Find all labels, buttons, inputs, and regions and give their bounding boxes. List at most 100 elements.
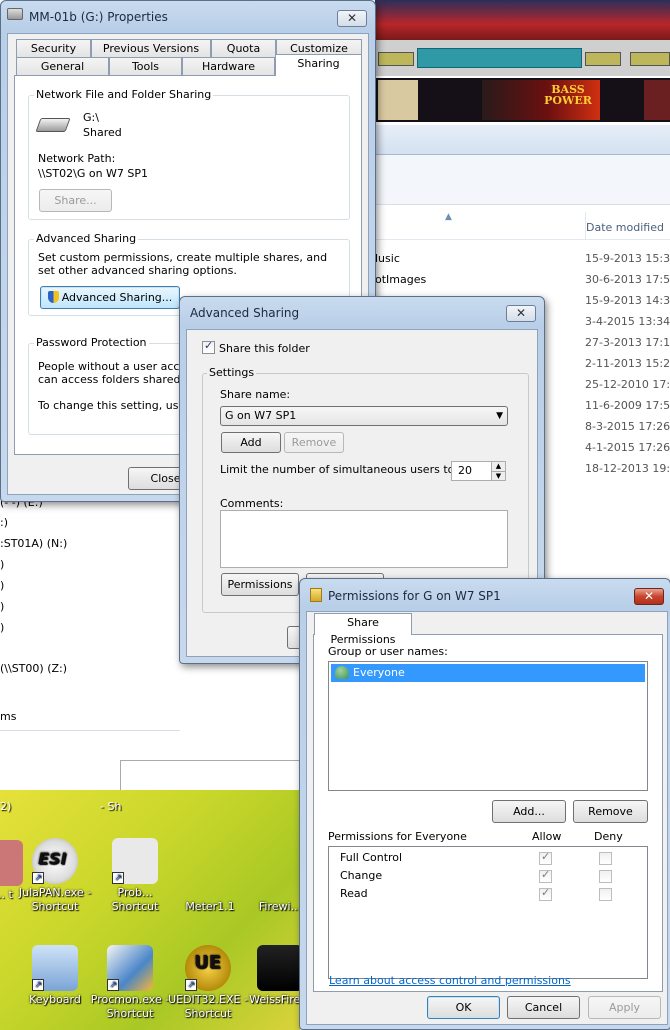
timeline-right-markers xyxy=(585,52,621,66)
deny-header: Deny xyxy=(594,830,623,843)
tab-previous-versions[interactable]: Previous Versions xyxy=(91,39,211,58)
file-date: 8-3-2015 17:26 xyxy=(585,420,670,433)
close-icon[interactable]: ✕ xyxy=(634,588,664,605)
media-banner xyxy=(375,0,670,40)
desktop-icon-label: Procmon.exe - Shortcut xyxy=(90,993,170,1020)
drive-item[interactable]: ms xyxy=(0,710,16,723)
window-title: Permissions for G on W7 SP1 xyxy=(328,589,501,603)
drive-list: (- -) (E:) :) :ST01A) (N:) ) ) ) ) (\\ST… xyxy=(0,496,180,760)
remove-permission-button[interactable]: Remove xyxy=(573,800,648,823)
remove-share-button[interactable]: Remove xyxy=(284,432,344,453)
desktop-icon-prob[interactable]: ↗ Prob... Shortcut xyxy=(95,838,175,914)
share-name-label: Share name: xyxy=(220,388,291,401)
shortcut-arrow-icon: ↗ xyxy=(185,979,197,991)
apply-button[interactable]: Apply xyxy=(588,996,661,1019)
tab-share-permissions[interactable]: Share Permissions xyxy=(314,613,412,646)
drive-icon xyxy=(7,8,23,20)
file-date: 11-6-2009 17:59 xyxy=(585,399,670,412)
explorer-address-bar xyxy=(375,125,670,155)
thumbnail-2[interactable]: BASS POWER xyxy=(482,80,600,120)
tab-sharing[interactable]: Sharing xyxy=(275,54,362,76)
password-desc-3: To change this setting, use th xyxy=(38,399,201,412)
tab-tools[interactable]: Tools xyxy=(109,57,182,76)
desktop-icon-julapan[interactable]: ESI ↗ JulaPAN.exe - Shortcut xyxy=(15,838,95,914)
date-modified-header[interactable]: Date modified xyxy=(586,221,664,234)
desktop-icon-uedit[interactable]: UE ↗ UEDIT32.EXE - Shortcut xyxy=(168,945,248,1021)
share-permissions-page: Group or user names: Everyone Add... Rem… xyxy=(313,634,663,992)
procmon-icon: ↗ xyxy=(107,945,153,991)
share-folder-checkbox[interactable] xyxy=(202,339,215,354)
close-icon[interactable]: ✕ xyxy=(337,10,367,27)
deny-read-checkbox[interactable] xyxy=(599,888,612,901)
tab-quota[interactable]: Quota xyxy=(211,39,276,58)
file-date: 2-11-2013 15:25 xyxy=(585,357,670,370)
advanced-sharing-button[interactable]: Advanced Sharing... xyxy=(40,286,180,309)
spin-down-icon[interactable]: ▼ xyxy=(491,471,505,480)
file-date: 27-3-2013 17:18 xyxy=(585,336,670,349)
share-name-select[interactable]: G on W7 SP1 ▼ xyxy=(220,406,508,426)
drive-item[interactable]: ) xyxy=(0,600,4,613)
file-row[interactable]: lusic 15-9-2013 15:33 xyxy=(375,248,670,269)
shortcut-arrow-icon: ↗ xyxy=(112,872,124,884)
file-name: otImages xyxy=(375,273,427,286)
drive-item[interactable]: ) xyxy=(0,558,4,571)
share-button[interactable]: Share... xyxy=(39,189,112,212)
permissions-for-label: Permissions for Everyone xyxy=(328,830,467,843)
drive-item[interactable]: ) xyxy=(0,579,4,592)
ok-button[interactable]: OK xyxy=(427,996,500,1019)
allow-read-checkbox[interactable] xyxy=(539,886,552,901)
timeline-left-markers xyxy=(378,52,414,66)
user-row-everyone[interactable]: Everyone xyxy=(331,664,645,682)
file-list-header: ▲ Date modified xyxy=(375,212,670,240)
allow-change-checkbox[interactable] xyxy=(539,868,552,883)
permission-name: Change xyxy=(340,869,383,882)
limit-users-spinner[interactable]: 20 ▲ ▼ xyxy=(451,461,506,481)
drive-item[interactable]: (\\ST00) (Z:) xyxy=(0,662,67,675)
desktop-icon-meter[interactable]: Meter1.1 xyxy=(170,900,250,914)
desktop-icon-keyboard[interactable]: ↗ Keyboard xyxy=(15,945,95,1007)
timeline-end-markers xyxy=(630,52,670,66)
window-title: Advanced Sharing xyxy=(190,306,300,320)
thumbnail-2-text: BASS POWER xyxy=(544,83,592,107)
network-path: \\ST02\G on W7 SP1 xyxy=(38,167,149,180)
share-folder-label: Share this folder xyxy=(219,342,310,355)
settings-label: Settings xyxy=(207,366,257,379)
users-listbox[interactable]: Everyone xyxy=(328,661,648,791)
folder-icon xyxy=(310,588,322,602)
keyboard-icon: ↗ xyxy=(32,945,78,991)
password-desc-1: People without a user accoun xyxy=(38,360,201,373)
tab-hardware[interactable]: Hardware xyxy=(182,57,275,76)
window-title: MM-01b (G:) Properties xyxy=(29,10,168,24)
spin-up-icon[interactable]: ▲ xyxy=(491,462,505,471)
drive-item[interactable]: :ST01A) (N:) xyxy=(0,537,67,550)
limit-users-label: Limit the number of simultaneous users t… xyxy=(220,463,459,476)
close-icon[interactable]: ✕ xyxy=(506,305,536,322)
add-share-button[interactable]: Add xyxy=(221,432,281,453)
thumbnail-1[interactable] xyxy=(378,80,418,120)
drive-item[interactable]: :) xyxy=(0,516,8,529)
add-permission-button[interactable]: Add... xyxy=(492,800,566,823)
permissions-body: Share Permissions Group or user names: E… xyxy=(306,611,668,1025)
permission-name: Full Control xyxy=(340,851,403,864)
explorer-toolbar xyxy=(375,155,670,205)
file-row[interactable]: otImages 30-6-2013 17:56 xyxy=(375,269,670,290)
comments-textarea[interactable] xyxy=(220,510,508,568)
tab-general[interactable]: General xyxy=(16,57,109,76)
drive-item[interactable]: ) xyxy=(0,621,4,634)
access-control-help-link[interactable]: Learn about access control and permissio… xyxy=(329,974,571,987)
desktop-icon-procmon[interactable]: ↗ Procmon.exe - Shortcut xyxy=(90,945,170,1021)
desktop-icon-label: Keyboard xyxy=(29,993,81,1006)
desktop-icon-label: JulaPAN.exe - Shortcut xyxy=(18,886,92,913)
deny-change-checkbox[interactable] xyxy=(599,870,612,883)
tab-security[interactable]: Security xyxy=(16,39,91,58)
desktop-fragment-text: 2) xyxy=(0,800,12,813)
password-desc-2: can access folders shared wit xyxy=(38,373,201,386)
allow-full-control-checkbox[interactable] xyxy=(539,850,552,865)
deny-full-control-checkbox[interactable] xyxy=(599,852,612,865)
cancel-button[interactable]: Cancel xyxy=(507,996,580,1019)
timeline-selection[interactable] xyxy=(417,48,582,68)
advanced-description: Set custom permissions, create multiple … xyxy=(38,251,328,277)
thumbnail-3[interactable] xyxy=(644,80,670,120)
permissions-button[interactable]: Permissions xyxy=(221,573,299,596)
file-date: 18-12-2013 19:33 xyxy=(585,462,670,475)
